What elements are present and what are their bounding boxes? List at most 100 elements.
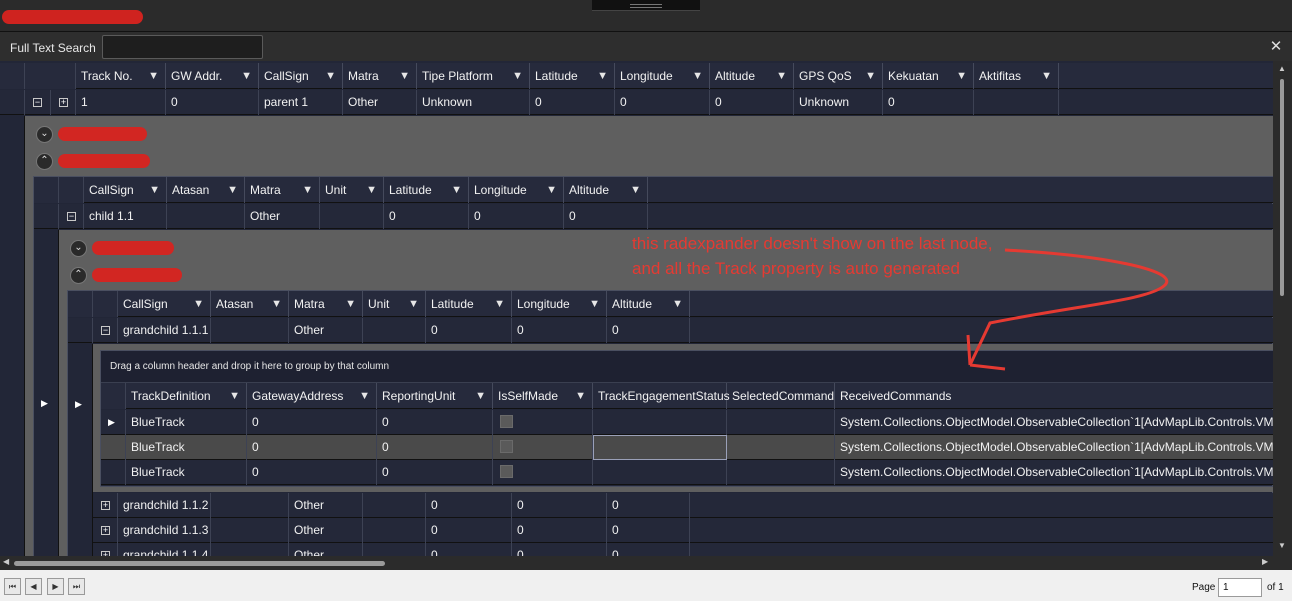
table-row[interactable]: − + 1 0 parent 1 Other Unknown 0 0 0 Unk… <box>0 90 1273 115</box>
column-header-unit[interactable]: Unit ▼ <box>363 291 426 317</box>
funnel-icon[interactable]: ▼ <box>227 177 238 203</box>
cell-trackengagementstatus[interactable] <box>593 435 727 460</box>
funnel-icon[interactable]: ▼ <box>325 63 336 89</box>
last-page-icon[interactable]: ⏭ <box>68 578 85 595</box>
column-header-track-no[interactable]: Track No. ▼ <box>76 63 166 89</box>
column-header-gw-addr[interactable]: GW Addr. ▼ <box>166 63 259 89</box>
funnel-icon[interactable]: ▼ <box>589 291 600 317</box>
column-header-callsign[interactable]: CallSign ▼ <box>259 63 343 89</box>
scroll-left-icon[interactable]: ◀ <box>3 557 9 566</box>
page-number-input[interactable] <box>1218 578 1262 597</box>
column-header-atasan[interactable]: Atasan ▼ <box>167 177 245 203</box>
plus-box-icon[interactable]: + <box>59 98 68 107</box>
first-page-icon[interactable]: ⏮ <box>4 578 21 595</box>
column-header-latitude[interactable]: Latitude ▼ <box>384 177 469 203</box>
row-expand[interactable]: + <box>51 90 76 115</box>
table-row[interactable]: + grandchild 1.1.4 Other 0 0 0 <box>93 543 1273 556</box>
row-expand[interactable]: + <box>93 518 118 543</box>
column-header-longitude[interactable]: Longitude ▼ <box>615 63 710 89</box>
scroll-up-icon[interactable]: ▲ <box>1278 64 1286 73</box>
funnel-icon[interactable]: ▼ <box>597 63 608 89</box>
column-header-kekuatan[interactable]: Kekuatan ▼ <box>883 63 974 89</box>
column-header-matra[interactable]: Matra ▼ <box>289 291 363 317</box>
funnel-icon[interactable]: ▼ <box>302 177 313 203</box>
column-header-longitude[interactable]: Longitude ▼ <box>512 291 607 317</box>
column-header-callsign[interactable]: CallSign ▼ <box>118 291 211 317</box>
minus-box-icon[interactable]: − <box>33 98 42 107</box>
row-expand[interactable]: + <box>93 543 118 556</box>
vertical-scroll-thumb[interactable] <box>1280 79 1284 296</box>
minus-box-icon[interactable]: − <box>67 212 76 221</box>
funnel-icon[interactable]: ▼ <box>408 291 419 317</box>
table-row[interactable]: + grandchild 1.1.2 Other 0 0 0 <box>93 493 1273 518</box>
funnel-icon[interactable]: ▼ <box>149 177 160 203</box>
funnel-icon[interactable]: ▼ <box>494 291 505 317</box>
funnel-icon[interactable]: ▼ <box>475 383 486 409</box>
table-row[interactable]: ▶ BlueTrack 0 0 System.Collections.Objec… <box>101 410 1273 435</box>
plus-box-icon[interactable]: + <box>101 526 110 535</box>
funnel-icon[interactable]: ▼ <box>359 383 370 409</box>
column-header-trackdefinition[interactable]: TrackDefinition ▼ <box>126 383 247 409</box>
chevron-up-circle-icon[interactable]: ⌃ <box>70 267 87 284</box>
column-header-selectedcommand[interactable]: SelectedCommand <box>727 383 835 409</box>
table-row[interactable]: BlueTrack 0 0 System.Collections.ObjectM… <box>101 435 1273 460</box>
column-header-atasan[interactable]: Atasan ▼ <box>211 291 289 317</box>
column-header-altitude[interactable]: Altitude ▼ <box>607 291 690 317</box>
previous-page-icon[interactable]: ◀ <box>25 578 42 595</box>
horizontal-scrollbar[interactable]: ◀ ▶ <box>0 556 1273 570</box>
row-expand[interactable]: + <box>93 493 118 518</box>
funnel-icon[interactable]: ▼ <box>229 383 240 409</box>
column-header-receivedcommands[interactable]: ReceivedCommands <box>835 383 1273 409</box>
funnel-icon[interactable]: ▼ <box>776 63 787 89</box>
chevron-up-circle-icon[interactable]: ⌃ <box>36 153 53 170</box>
column-header-matra[interactable]: Matra ▼ <box>245 177 320 203</box>
column-header-tipe-platform[interactable]: Tipe Platform ▼ <box>417 63 530 89</box>
column-header-matra[interactable]: Matra ▼ <box>343 63 417 89</box>
horizontal-scroll-thumb[interactable] <box>14 561 385 566</box>
funnel-icon[interactable]: ▼ <box>865 63 876 89</box>
scroll-right-icon[interactable]: ▶ <box>1262 557 1268 566</box>
funnel-icon[interactable]: ▼ <box>193 291 204 317</box>
column-header-callsign[interactable]: CallSign ▼ <box>84 177 167 203</box>
next-page-icon[interactable]: ▶ <box>47 578 64 595</box>
minus-box-icon[interactable]: − <box>101 326 110 335</box>
funnel-icon[interactable]: ▼ <box>546 177 557 203</box>
funnel-icon[interactable]: ▼ <box>451 177 462 203</box>
column-header-aktifitas[interactable]: Aktifitas ▼ <box>974 63 1059 89</box>
funnel-icon[interactable]: ▼ <box>148 63 159 89</box>
column-header-altitude[interactable]: Altitude ▼ <box>564 177 648 203</box>
column-header-latitude[interactable]: Latitude ▼ <box>426 291 512 317</box>
funnel-icon[interactable]: ▼ <box>630 177 641 203</box>
funnel-icon[interactable]: ▼ <box>956 63 967 89</box>
funnel-icon[interactable]: ▼ <box>575 383 586 409</box>
isselfmade-checkbox[interactable] <box>500 465 513 478</box>
full-text-search-input[interactable] <box>102 35 263 59</box>
isselfmade-checkbox[interactable] <box>500 415 513 428</box>
row-collapse[interactable]: − <box>93 318 118 343</box>
column-header-gps-qos[interactable]: GPS QoS ▼ <box>794 63 883 89</box>
funnel-icon[interactable]: ▼ <box>241 63 252 89</box>
column-header-latitude[interactable]: Latitude ▼ <box>530 63 615 89</box>
funnel-icon[interactable]: ▼ <box>399 63 410 89</box>
chevron-down-circle-icon[interactable]: ⌄ <box>36 126 53 143</box>
scroll-down-icon[interactable]: ▼ <box>1278 541 1286 550</box>
chevron-down-circle-icon[interactable]: ⌄ <box>70 240 87 257</box>
column-header-gatewayaddress[interactable]: GatewayAddress ▼ <box>247 383 377 409</box>
funnel-icon[interactable]: ▼ <box>692 63 703 89</box>
isselfmade-checkbox[interactable] <box>500 440 513 453</box>
table-row[interactable]: BlueTrack 0 0 System.Collections.ObjectM… <box>101 460 1273 485</box>
column-header-reportingunit[interactable]: ReportingUnit ▼ <box>377 383 493 409</box>
funnel-icon[interactable]: ▼ <box>672 291 683 317</box>
row-collapse[interactable]: − <box>25 90 51 115</box>
table-row[interactable]: − child 1.1 Other 0 0 0 <box>34 204 1273 229</box>
vertical-scrollbar[interactable]: ▲ ▼ <box>1273 61 1292 556</box>
column-header-trackengagementstatus[interactable]: TrackEngagementStatus <box>593 383 730 409</box>
column-header-altitude[interactable]: Altitude ▼ <box>710 63 794 89</box>
drag-handle[interactable] <box>592 0 700 11</box>
funnel-icon[interactable]: ▼ <box>345 291 356 317</box>
funnel-icon[interactable]: ▼ <box>1041 63 1052 89</box>
close-icon[interactable]: ✕ <box>1268 39 1284 55</box>
row-collapse[interactable]: − <box>59 204 84 229</box>
column-header-longitude[interactable]: Longitude ▼ <box>469 177 564 203</box>
funnel-icon[interactable]: ▼ <box>366 177 377 203</box>
